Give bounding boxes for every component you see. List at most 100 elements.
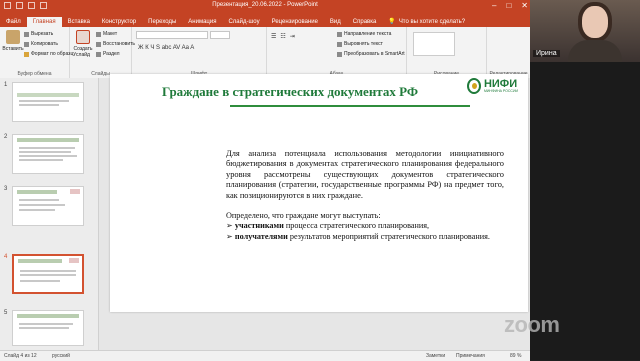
shapes-gallery[interactable] xyxy=(413,32,455,56)
numbering-icon[interactable]: ☷ xyxy=(280,33,285,40)
bullet-bold: получателями xyxy=(234,231,288,241)
window-title: Презентация_20.06.2022 - PowerPoint xyxy=(212,2,318,8)
bullet-item: ➢ получателями результатов мероприятий с… xyxy=(226,232,516,242)
participant-face xyxy=(582,6,608,38)
section-label: Раздел xyxy=(103,51,120,57)
cut-button[interactable]: Вырезать xyxy=(24,31,53,37)
tab-view[interactable]: Вид xyxy=(324,19,347,27)
slide-canvas[interactable]: Граждане в стратегических документах РФ … xyxy=(110,74,528,312)
thumb-line xyxy=(19,204,65,206)
font-format-buttons[interactable]: Ж К Ч S abc AV Aa A xyxy=(138,45,194,51)
thumb-line xyxy=(19,159,63,161)
thumb-line xyxy=(20,280,60,282)
font-name-select[interactable] xyxy=(136,31,208,39)
participant-body xyxy=(568,40,622,62)
slide-paragraph-1[interactable]: Для анализа потенциала использования мет… xyxy=(226,149,504,201)
paragraph-buttons[interactable]: ☰ ☷ ⇥ xyxy=(271,33,295,40)
align-text-icon xyxy=(337,41,342,47)
align-text-button[interactable]: Выровнять текст xyxy=(337,41,383,47)
window-controls: – □ ✕ xyxy=(492,1,528,10)
tab-home[interactable]: Главная xyxy=(26,17,62,27)
bullet-item: ➢ участниками процесса стратегического п… xyxy=(226,221,516,231)
logo-text: НИФИ xyxy=(483,78,518,90)
slide-thumbnails-panel: 1 2 3 4 5 xyxy=(0,78,99,350)
indent-icon[interactable]: ⇥ xyxy=(290,33,295,40)
notes-button[interactable]: Заметки xyxy=(426,353,445,359)
slide-title[interactable]: Граждане в стратегических документах РФ xyxy=(110,84,470,100)
thumb-line xyxy=(19,155,77,157)
clipboard-label: Буфер обмена xyxy=(17,71,52,77)
new-slide-button[interactable]: Создать слайд xyxy=(72,30,94,58)
tab-design[interactable]: Конструктор xyxy=(96,19,142,27)
tab-file[interactable]: Файл xyxy=(0,19,27,27)
tab-insert[interactable]: Вставка xyxy=(62,19,96,27)
font-group: Ж К Ч S abc AV Aa A Шрифт xyxy=(132,27,267,78)
font-size-select[interactable] xyxy=(210,31,230,39)
section-button[interactable]: Раздел xyxy=(96,51,120,57)
slide-thumbnail[interactable] xyxy=(12,186,84,226)
format-painter-button[interactable]: Формат по образцу xyxy=(24,51,76,57)
new-slide-label: Создать слайд xyxy=(73,46,93,58)
bullet-bold: участниками xyxy=(234,221,284,231)
slide-thumbnail[interactable] xyxy=(12,310,84,346)
ribbon: Вставить Вырезать Копировать Формат по о… xyxy=(0,27,530,79)
brush-icon xyxy=(24,51,29,57)
bullet-text: процесса стратегического планирования, xyxy=(283,221,430,231)
reset-icon xyxy=(96,41,101,47)
powerpoint-window: Презентация_20.06.2022 - PowerPoint – □ … xyxy=(0,0,530,361)
close-icon[interactable]: ✕ xyxy=(521,1,528,10)
thumb-line xyxy=(20,270,76,272)
thumb-line xyxy=(19,199,59,201)
reset-button[interactable]: Восстановить xyxy=(96,41,135,47)
thumb-line xyxy=(19,147,75,149)
clipboard-group: Вставить Вырезать Копировать Формат по о… xyxy=(0,27,76,78)
slide-count: Слайд 4 из 12 xyxy=(4,353,37,359)
slide-thumbnail-selected[interactable] xyxy=(12,254,84,294)
maximize-icon[interactable]: □ xyxy=(506,1,511,10)
comments-button[interactable]: Примечания xyxy=(456,353,485,359)
thumb-line xyxy=(19,323,73,325)
thumb-title xyxy=(17,190,57,194)
minimize-icon[interactable]: – xyxy=(492,1,496,10)
tab-slideshow[interactable]: Слайд-шоу xyxy=(222,19,265,27)
participant-video[interactable]: Ирина xyxy=(530,0,640,62)
slide-bullets[interactable]: Определено, что граждане могут выступать… xyxy=(226,211,516,242)
layout-label: Макет xyxy=(103,31,118,37)
layout-button[interactable]: Макет xyxy=(96,31,117,37)
text-direction-label: Направление текста xyxy=(344,31,392,37)
nifi-logo-icon xyxy=(466,78,481,94)
zoom-level[interactable]: 89 % xyxy=(510,353,521,359)
title-bar: Презентация_20.06.2022 - PowerPoint – □ … xyxy=(0,0,530,14)
slide-thumbnail[interactable] xyxy=(12,134,84,174)
drawing-group: Рисование xyxy=(407,27,487,78)
paste-icon xyxy=(6,30,20,44)
lightbulb-icon: 💡 xyxy=(388,19,396,25)
tell-me-box[interactable]: 💡 Что вы хотите сделать? xyxy=(382,18,469,27)
thumb-line xyxy=(19,151,71,153)
thumbnail-number: 4 xyxy=(4,254,8,260)
thumbnail-number: 5 xyxy=(4,310,8,316)
layout-icon xyxy=(96,31,101,37)
participant-name: Ирина xyxy=(533,50,560,57)
thumbnail-number: 3 xyxy=(4,186,8,192)
thumb-title xyxy=(18,259,62,263)
tab-animations[interactable]: Анимация xyxy=(182,19,222,27)
thumb-line xyxy=(19,327,69,329)
smartart-button[interactable]: Преобразовать в SmartArt xyxy=(337,51,405,57)
tab-transitions[interactable]: Переходы xyxy=(142,19,182,27)
slide-thumbnail[interactable] xyxy=(12,82,84,122)
smartart-icon xyxy=(337,51,342,57)
tab-help[interactable]: Справка xyxy=(347,19,383,27)
bullets-icon[interactable]: ☰ xyxy=(271,33,276,40)
copy-label: Копировать xyxy=(31,41,58,47)
section-icon xyxy=(96,51,101,57)
tab-review[interactable]: Рецензирование xyxy=(266,19,324,27)
thumb-logo xyxy=(70,189,80,194)
ribbon-tabs: Файл Главная Вставка Конструктор Переход… xyxy=(0,14,530,27)
text-direction-button[interactable]: Направление текста xyxy=(337,31,391,37)
paste-label: Вставить xyxy=(2,46,24,52)
copy-button[interactable]: Копировать xyxy=(24,41,58,47)
language-indicator[interactable]: русский xyxy=(52,353,70,359)
slides-group: Создать слайд Макет Восстановить Раздел … xyxy=(70,27,135,78)
paste-button[interactable]: Вставить xyxy=(2,30,24,52)
